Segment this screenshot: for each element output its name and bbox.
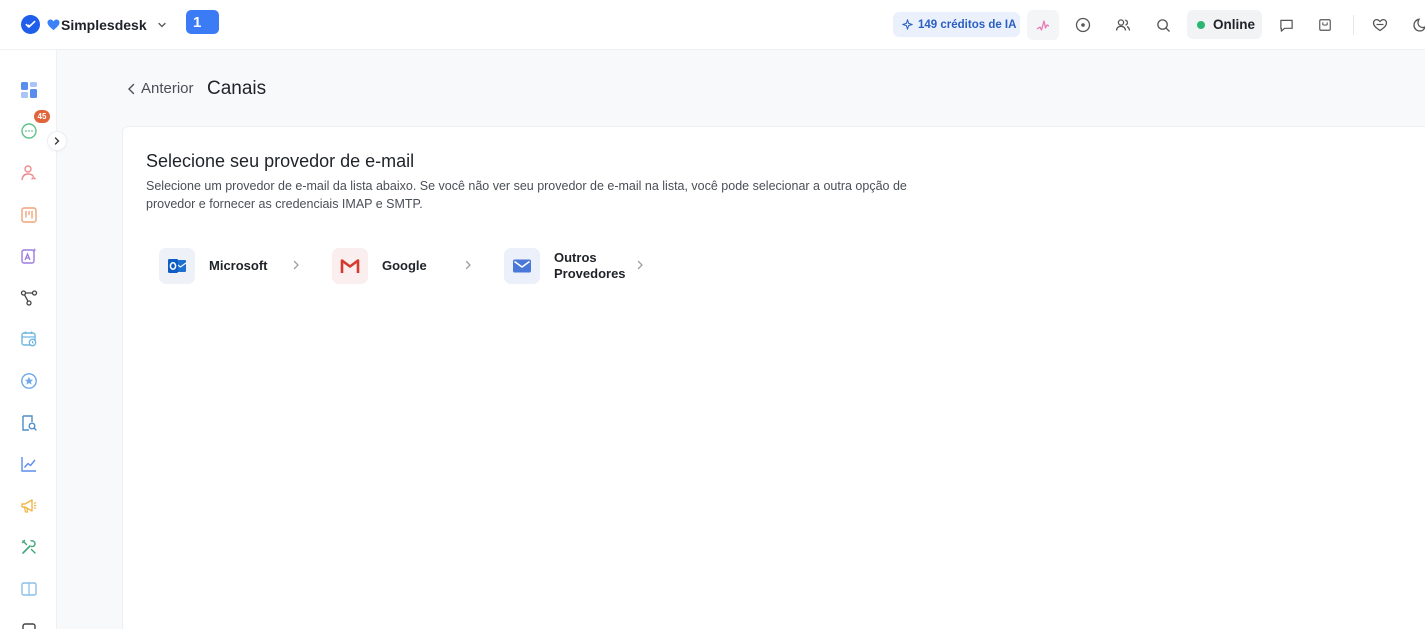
target-icon [1075,17,1091,33]
sidebar-item-analytics[interactable] [18,453,39,474]
provider-google[interactable]: Google [332,247,471,285]
back-label: Anterior [141,80,194,97]
sidebar-item-dashboard[interactable] [18,79,39,100]
flow-icon [20,289,37,306]
users-icon [1115,19,1131,31]
section-description: Selecione um provedor de e-mail da lista… [146,179,907,211]
star-circle-icon [20,372,37,389]
dashboard-icon [20,81,37,98]
status-label: Online [1213,17,1256,32]
conversations-count: 45 [37,112,47,121]
target-button[interactable] [1067,10,1099,40]
sparkle-icon [902,19,913,30]
provider-label: Outros Provedores [554,250,626,281]
megaphone-icon [20,498,36,513]
chevron-right-icon [637,260,643,270]
sidebar-item-campaigns[interactable] [18,495,39,516]
online-dot-icon [1197,20,1205,29]
sidebar-item-kanban[interactable] [18,204,39,225]
ai-credits-label: 149 créditos de IA [918,18,1017,31]
search-button[interactable] [1147,10,1179,40]
moon-icon [1413,18,1425,32]
workspace-switcher[interactable]: Simplesdesk [21,15,168,34]
provider-microsoft[interactable]: Microsoft [159,247,299,285]
workspace-name-text: Simplesdesk [61,16,147,33]
page-title: Canais [207,78,267,99]
app-number-badge[interactable]: 1 [186,10,219,34]
workspace-name: Simplesdesk [47,17,147,33]
chevron-right-icon [293,260,299,270]
brand-logo-icon [21,15,40,34]
topbar-divider [1353,15,1354,35]
calendar-panel-icon [1319,19,1331,31]
sidebar-expand-button[interactable] [47,131,67,151]
chat-bubble-icon [20,122,37,139]
panel-button[interactable] [1309,10,1341,40]
sidebar-item-flows[interactable] [18,287,39,308]
chevron-down-icon [157,22,166,27]
book-open-icon [20,581,37,596]
mail-icon [504,248,540,284]
kanban-icon [20,206,37,223]
message-square-icon [1279,19,1293,32]
blue-heart-icon [47,19,60,30]
help-button[interactable] [1364,10,1396,40]
team-button[interactable] [1107,10,1139,40]
widget-icon [21,622,36,629]
sidebar-item-conversations[interactable] [18,120,39,141]
theme-toggle-button[interactable] [1404,10,1425,40]
chevron-right-icon [465,260,471,270]
line-chart-icon [20,456,36,472]
sidebar-item-schedule[interactable] [18,328,39,349]
sidebar-item-tools[interactable] [18,536,39,557]
chevron-left-icon [128,83,135,94]
provider-label: Microsoft [209,258,268,273]
status-toggle[interactable]: Online [1187,10,1262,39]
provider-others[interactable]: Outros Provedores [504,247,643,285]
ai-credits-button[interactable]: 149 créditos de IA [893,12,1020,37]
back-link[interactable]: Anterior [127,80,194,97]
top-bar: Simplesdesk 1 149 créditos de IA Online [0,0,1425,50]
search-icon [1156,18,1170,32]
chevron-right-icon [54,137,60,145]
sidebar-item-ai-assistant[interactable] [18,245,39,266]
sidebar-item-knowledge-base[interactable] [18,578,39,599]
sidebar-item-ratings[interactable] [18,370,39,391]
gmail-icon [332,248,368,284]
document-search-icon [21,414,37,431]
contacts-icon [20,164,36,180]
conversations-count-badge: 45 [34,110,50,123]
activity-icon [1036,20,1050,31]
calendar-clock-icon [20,331,36,346]
ai-sparkle-icon [20,247,36,264]
sidebar-item-reports-search[interactable] [18,412,39,433]
app-number-text: 1 [193,13,202,31]
sidebar: 45 [0,50,67,629]
sidebar-item-contacts[interactable] [18,162,39,183]
content-panel: Selecione seu provedor de e-mail Selecio… [122,126,1425,629]
tools-icon [21,539,36,554]
activity-button[interactable] [1027,10,1059,40]
chat-button[interactable] [1270,10,1302,40]
outlook-icon [159,248,195,284]
heart-handshake-icon [1372,18,1388,32]
sidebar-item-more[interactable] [18,619,39,629]
section-title: Selecione seu provedor de e-mail [146,151,415,171]
provider-label: Google [382,258,427,273]
